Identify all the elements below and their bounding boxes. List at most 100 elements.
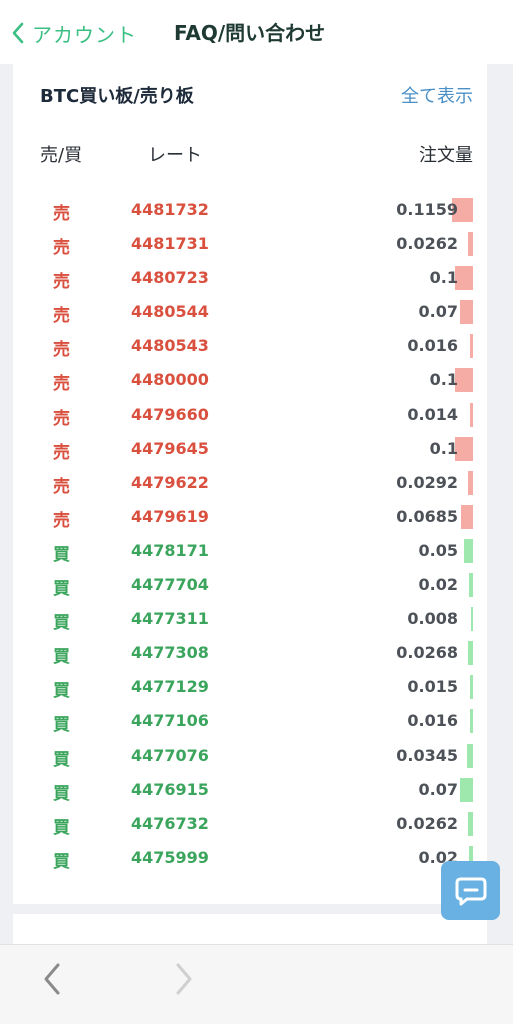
back-to-account-link[interactable]: アカウント [10,18,137,48]
order-side: 買 [53,851,70,872]
order-side: 売 [53,204,70,224]
orderbook-rows: 売 4481732 0.1159 売 4481731 0.0262 売 4480723 0.1 売… [13,194,487,876]
sell-order-row: 売 4480543 0.016 [13,330,487,364]
volume-bar [470,675,473,700]
order-side: 買 [53,749,70,770]
order-rate: 4475999 [131,847,209,867]
order-amount: 0.1 [429,438,458,458]
order-amount: 0.07 [418,302,458,322]
order-amount: 0.0262 [396,813,458,833]
order-side: 買 [53,783,70,804]
volume-bar [470,402,473,427]
sell-order-row: 売 4481732 0.1159 [13,194,487,228]
order-rate: 4476732 [131,813,209,833]
order-rate: 4477704 [131,575,209,595]
order-side: 売 [53,340,70,361]
order-side: 売 [53,374,70,395]
sell-order-row: 売 4480000 0.1 [13,364,487,398]
order-rate: 4477076 [131,745,209,765]
order-side: 買 [53,681,70,702]
buy-order-row: 買 4478171 0.05 [13,535,487,569]
orderbook-title: BTC買い板/売り板 [40,86,194,107]
order-amount: 0.1159 [396,200,458,219]
browser-back-button[interactable] [38,959,68,999]
order-rate: 4477308 [131,643,209,663]
volume-bar [468,232,473,257]
order-rate: 4480723 [131,268,209,288]
order-amount: 0.02 [418,575,458,595]
chat-button[interactable] [441,861,500,920]
order-side: 売 [53,442,70,463]
volume-bar [460,300,473,325]
browser-toolbar [0,944,513,1024]
order-side: 売 [53,476,70,497]
column-header-rate: レート [148,145,202,166]
buy-order-row: 買 4476732 0.0262 [13,808,487,842]
volume-bar [461,504,473,529]
order-side: 買 [53,817,70,838]
order-rate: 4478171 [131,540,209,560]
order-side: 買 [53,613,70,634]
buy-order-row: 買 4477311 0.008 [13,603,487,637]
volume-bar [471,607,473,632]
chevron-right-icon [176,963,192,995]
order-side: 売 [53,272,70,293]
top-nav-bar: アカウント FAQ/問い合わせ [0,0,513,64]
order-rate: 4479645 [131,438,209,458]
order-amount: 0.07 [418,779,458,799]
order-amount: 0.016 [407,711,458,731]
sell-order-row: 売 4479622 0.0292 [13,467,487,501]
order-amount: 0.0292 [396,472,458,492]
buy-order-row: 買 4477129 0.015 [13,671,487,705]
order-rate: 4480543 [131,336,209,356]
back-link-label: アカウント [32,22,137,47]
sell-order-row: 売 4479645 0.1 [13,433,487,467]
sell-order-row: 売 4479619 0.0685 [13,501,487,535]
buy-order-row: 買 4477308 0.0268 [13,637,487,671]
order-amount: 0.05 [418,540,458,560]
volume-bar [460,777,473,802]
sell-order-row: 売 4481731 0.0262 [13,228,487,262]
order-rate: 4476915 [131,779,209,799]
buy-order-row: 買 4477076 0.0345 [13,740,487,774]
volume-bar [468,641,473,666]
chevron-left-icon [12,22,24,44]
volume-bar [470,709,473,734]
faq-contact-link[interactable]: FAQ/問い合わせ [174,18,325,48]
order-rate: 4480000 [131,370,209,390]
volume-bar [470,334,473,359]
chevron-left-icon [44,963,60,995]
volume-bar [468,811,473,836]
order-rate: 4479622 [131,472,209,492]
orderbook-card: BTC買い板/売り板 全て表示 売/買 レート 注文量 売 4481732 0.11… [13,64,487,904]
order-amount: 0.1 [429,370,458,390]
order-side: 売 [53,306,70,327]
order-rate: 4481732 [131,200,209,219]
browser-forward-button[interactable] [168,959,198,999]
volume-bar [469,573,473,598]
volume-bar [464,538,473,563]
volume-bar [467,743,473,768]
order-amount: 0.0262 [396,234,458,254]
buy-order-row: 買 4477106 0.016 [13,705,487,739]
volume-bar [468,470,473,495]
sell-order-row: 売 4479660 0.014 [13,399,487,433]
order-amount: 0.0268 [396,643,458,663]
order-side: 買 [53,647,70,668]
order-rate: 4479660 [131,404,209,424]
buy-order-row: 買 4476915 0.07 [13,774,487,808]
order-rate: 4480544 [131,302,209,322]
order-amount: 0.0685 [396,506,458,526]
order-side: 買 [53,579,70,600]
order-rate: 4481731 [131,234,209,254]
order-rate: 4477311 [131,609,209,629]
sell-order-row: 売 4480723 0.1 [13,262,487,296]
order-side: 売 [53,510,70,531]
buy-order-row: 買 4475999 0.02 [13,842,487,876]
show-all-link[interactable]: 全て表示 [401,82,473,108]
column-header-amount: 注文量 [419,145,473,166]
order-rate: 4477106 [131,711,209,731]
order-side: 売 [53,238,70,259]
order-rate: 4479619 [131,506,209,526]
order-amount: 0.1 [429,268,458,288]
